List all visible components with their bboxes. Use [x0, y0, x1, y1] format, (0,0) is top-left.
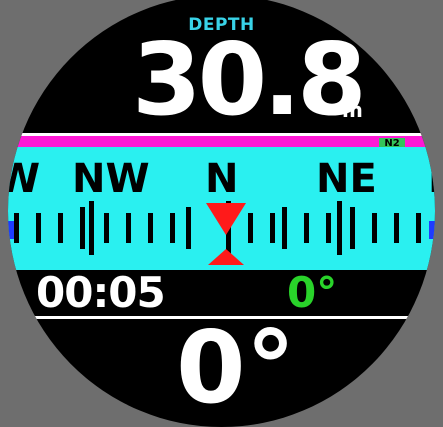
tick	[36, 213, 41, 243]
dive-computer-screen: DEPTH 30.8 m N2 W NW N NE E	[0, 0, 443, 427]
tick	[14, 213, 19, 243]
tick	[104, 213, 109, 243]
tick	[337, 201, 342, 255]
edge-marker-left	[8, 221, 14, 239]
tick	[394, 213, 399, 243]
tick	[80, 207, 85, 249]
tick	[372, 213, 377, 243]
tick	[170, 213, 175, 243]
tick	[326, 213, 331, 243]
heading-pointer-bottom	[208, 249, 244, 265]
tick	[248, 213, 253, 243]
tick	[126, 213, 131, 243]
tick	[304, 213, 309, 243]
tick	[148, 213, 153, 243]
watch-face: DEPTH 30.8 m N2 W NW N NE E	[8, 0, 435, 427]
edge-marker-right	[429, 221, 435, 239]
tick	[89, 201, 94, 255]
depth-value: 30.8	[132, 21, 367, 138]
tick	[270, 213, 275, 243]
depth-unit: m	[342, 98, 363, 122]
heading-pointer-top	[206, 203, 246, 235]
tick	[58, 213, 63, 243]
compass-heading: 0°	[176, 309, 296, 426]
n2-saturation-bar: N2	[8, 133, 435, 149]
dive-time: 00:05	[36, 268, 166, 317]
tick	[350, 207, 355, 249]
tick	[416, 213, 421, 243]
tick	[282, 207, 287, 249]
compass-ticks-svg	[8, 201, 435, 265]
tick	[186, 207, 191, 249]
compass-band: W NW N NE E	[8, 147, 435, 270]
